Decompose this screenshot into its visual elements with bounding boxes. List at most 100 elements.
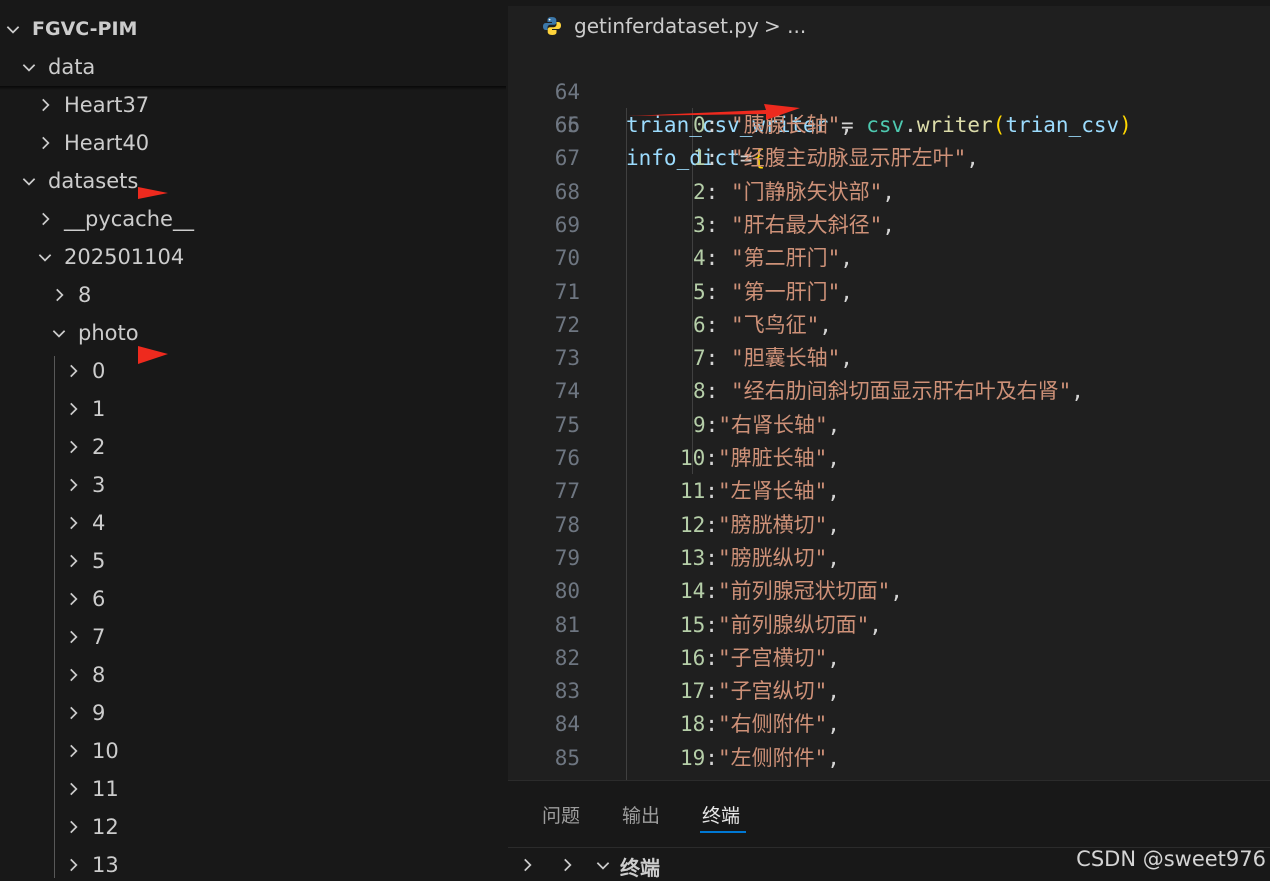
code-line[interactable]: 67 1: "经腹主动脉显示肝左叶", xyxy=(508,142,1270,175)
terminal-section-label[interactable]: 终端 xyxy=(620,852,660,881)
tab-problems[interactable]: 问题 xyxy=(542,801,580,828)
tree-item[interactable]: 1 xyxy=(0,390,506,428)
line-number: 70 xyxy=(554,246,580,271)
dict-key: 9 xyxy=(693,412,706,437)
chevron-right-icon xyxy=(64,628,82,646)
tree-item[interactable]: 8 xyxy=(0,276,506,314)
tree-item[interactable]: 9 xyxy=(0,694,506,732)
watermark: CSDN @sweet976 xyxy=(1076,847,1266,871)
code-line[interactable]: 73 7: "胆囊长轴", xyxy=(508,342,1270,375)
tree-item[interactable]: 202501104 xyxy=(0,238,506,276)
tree-item[interactable]: data xyxy=(0,48,506,86)
code-line[interactable]: 77 11:"左肾长轴", xyxy=(508,475,1270,508)
token: : xyxy=(705,679,718,704)
dict-value: "第二肝门" xyxy=(730,246,841,271)
token: , xyxy=(827,512,840,537)
code-line[interactable]: 68 2: "门静脉矢状部", xyxy=(508,176,1270,209)
tree-item[interactable]: 2 xyxy=(0,428,506,466)
tree-item[interactable]: 8 xyxy=(0,656,506,694)
chevron-down-icon[interactable] xyxy=(594,856,612,874)
code-line[interactable]: 66 0: "胰腺长轴", xyxy=(508,109,1270,142)
token: , xyxy=(827,545,840,570)
token: , xyxy=(882,212,895,237)
bottom-panel: 问题 输出 终端 终端 CSDN @sweet976 xyxy=(508,780,1270,881)
tree-item[interactable]: 10 xyxy=(0,732,506,770)
tree-item[interactable]: 7 xyxy=(0,618,506,656)
code-editor[interactable]: getinferdataset.py > ... 64 trian_csv_wr… xyxy=(508,0,1270,780)
tree-item[interactable]: 4 xyxy=(0,504,506,542)
dict-key: 13 xyxy=(680,545,706,570)
dict-value: "肝右最大斜径" xyxy=(730,212,883,237)
chevron-right-icon xyxy=(64,438,82,456)
code-line[interactable]: 69 3: "肝右最大斜径", xyxy=(508,209,1270,242)
line-number: 72 xyxy=(554,312,580,337)
tree-item[interactable]: Heart37 xyxy=(0,86,506,124)
code-line[interactable]: 65 info_dict={ xyxy=(508,76,1270,170)
code-line[interactable]: 78 12:"膀胱横切", xyxy=(508,509,1270,542)
tree-item-label: 1 xyxy=(92,397,106,421)
code-content: 1: "经腹主动脉显示肝左叶", xyxy=(693,142,979,175)
code-line[interactable]: 70 4: "第二肝门", xyxy=(508,242,1270,275)
dict-value: "膀胱纵切" xyxy=(717,545,828,570)
dict-value: "前列腺冠状切面" xyxy=(717,579,891,604)
explorer-root-label: FGVC-PIM xyxy=(32,18,138,40)
chevron-right-icon xyxy=(64,666,82,684)
code-line[interactable]: 76 10:"脾脏长轴", xyxy=(508,442,1270,475)
breadcrumb[interactable]: getinferdataset.py > ... xyxy=(508,6,1270,44)
tab-output[interactable]: 输出 xyxy=(622,801,660,828)
tree-item-label: Heart37 xyxy=(64,93,150,117)
tree-item[interactable]: 5 xyxy=(0,542,506,580)
tree-item-label: 13 xyxy=(92,853,119,877)
chevron-down-icon xyxy=(20,58,38,76)
code-line[interactable]: 64 trian_csv_writer = csv.writer(trian_c… xyxy=(508,43,1270,137)
tree-item[interactable]: 3 xyxy=(0,466,506,504)
tree-item-label: 2 xyxy=(92,435,106,459)
code-line[interactable]: 85 19:"左侧附件", xyxy=(508,742,1270,775)
dict-key: 7 xyxy=(693,346,706,371)
token: : xyxy=(705,146,731,171)
code-content: 17:"子宫纵切", xyxy=(680,675,840,708)
code-line[interactable]: 72 6: "飞鸟征", xyxy=(508,309,1270,342)
code-line[interactable]: 84 18:"右侧附件", xyxy=(508,708,1270,741)
dict-value: "左侧附件" xyxy=(717,745,828,770)
line-number: 78 xyxy=(554,512,580,537)
line-number: 67 xyxy=(554,146,580,171)
token: : xyxy=(705,545,718,570)
explorer-panel: FGVC-PIM data Heart37 Heart40 datasets __pyc… xyxy=(0,0,506,878)
code-line[interactable]: 83 17:"子宫纵切", xyxy=(508,675,1270,708)
dict-value: "膀胱横切" xyxy=(717,512,828,537)
tree-item[interactable]: 12 xyxy=(0,808,506,846)
code-line[interactable]: 79 13:"膀胱纵切", xyxy=(508,542,1270,575)
token: : xyxy=(705,212,731,237)
active-tab-indicator xyxy=(700,831,746,833)
dict-key: 11 xyxy=(680,479,706,504)
token: : xyxy=(705,379,731,404)
tree-item-label: data xyxy=(48,55,96,79)
code-line[interactable]: 74 8: "经右肋间斜切面显示肝右叶及右肾", xyxy=(508,375,1270,408)
tree-item[interactable]: 11 xyxy=(0,770,506,808)
dict-value: "子宫纵切" xyxy=(717,679,828,704)
chevron-right-icon xyxy=(64,476,82,494)
tree-item[interactable]: Heart40 xyxy=(0,124,506,162)
code-line[interactable]: 71 5: "第一肝门", xyxy=(508,276,1270,309)
token: , xyxy=(827,745,840,770)
python-file-icon xyxy=(543,17,561,35)
explorer-root-folder[interactable]: FGVC-PIM xyxy=(0,10,506,48)
chevron-right-icon xyxy=(64,780,82,798)
token: : xyxy=(705,612,718,637)
dict-key: 15 xyxy=(680,612,706,637)
dict-value: "右肾长轴" xyxy=(718,412,828,437)
chevron-right-icon[interactable] xyxy=(558,856,576,874)
tree-item[interactable]: 6 xyxy=(0,580,506,618)
tree-item[interactable]: 13 xyxy=(0,846,506,878)
code-line[interactable]: 80 14:"前列腺冠状切面", xyxy=(508,575,1270,608)
line-number: 69 xyxy=(554,212,580,237)
code-line[interactable]: 82 16:"子宫横切", xyxy=(508,642,1270,675)
code-line[interactable]: 75 9:"右肾长轴", xyxy=(508,409,1270,442)
tab-terminal[interactable]: 终端 xyxy=(702,801,740,828)
breadcrumb-file[interactable]: getinferdataset.py xyxy=(574,14,759,38)
code-line[interactable]: 81 15:"前列腺纵切面", xyxy=(508,609,1270,642)
dict-key: 16 xyxy=(680,645,706,670)
breadcrumb-ellipsis[interactable]: > ... xyxy=(764,14,806,38)
chevron-right-icon[interactable] xyxy=(518,856,536,874)
